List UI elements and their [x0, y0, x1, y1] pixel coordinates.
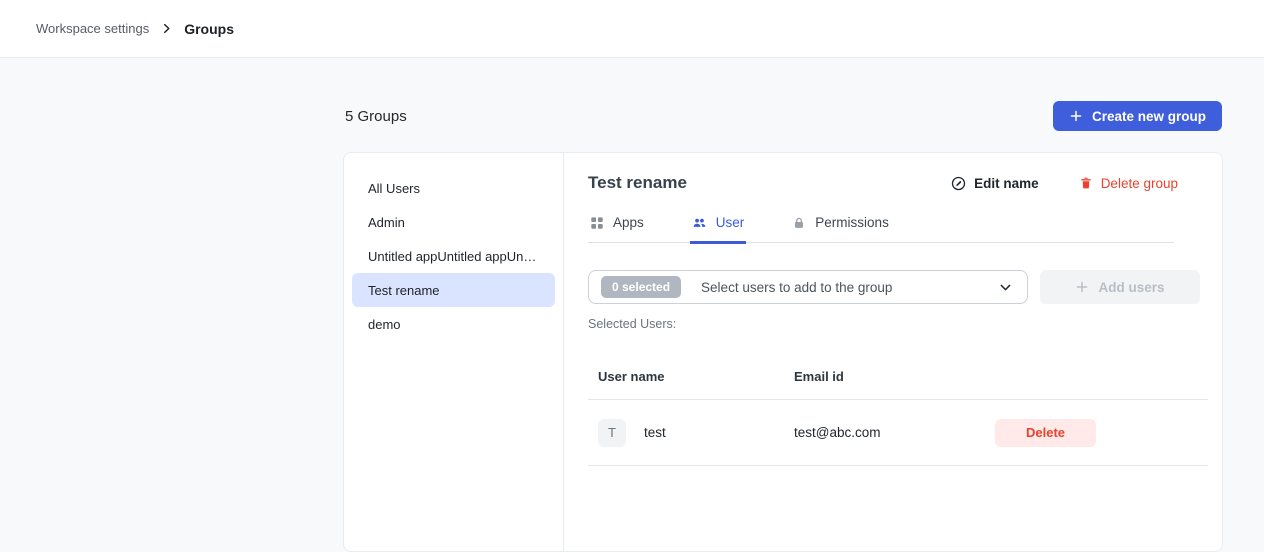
edit-name-label: Edit name	[974, 176, 1039, 191]
top-bar: Workspace settings Groups	[0, 0, 1264, 58]
tab-user[interactable]: User	[690, 211, 747, 244]
group-detail-tabs: Apps User Permissions	[588, 211, 1174, 243]
avatar: T	[598, 419, 626, 447]
groups-card: All Users Admin Untitled appUntitled app…	[343, 152, 1223, 552]
email-value: test@abc.com	[794, 425, 995, 440]
edit-pencil-icon	[951, 176, 966, 191]
chevron-right-icon	[160, 22, 173, 35]
groups-toolbar: 5 Groups Create new group	[345, 100, 1222, 132]
tab-user-label: User	[716, 215, 745, 230]
delete-user-button[interactable]: Delete	[995, 419, 1096, 447]
selected-count-badge: 0 selected	[601, 276, 681, 298]
groups-count: 5 Groups	[345, 108, 407, 125]
table-row: T test test@abc.com Delete	[588, 400, 1208, 466]
group-item-untitled-app[interactable]: Untitled appUntitled appUntitle…	[352, 239, 555, 273]
create-new-group-label: Create new group	[1092, 109, 1206, 124]
group-title: Test rename	[588, 173, 687, 193]
group-item-admin[interactable]: Admin	[352, 205, 555, 239]
group-item-demo[interactable]: demo	[352, 307, 555, 341]
lock-icon	[792, 216, 806, 230]
breadcrumb-parent[interactable]: Workspace settings	[36, 21, 149, 36]
group-item-test-rename[interactable]: Test rename	[352, 273, 555, 307]
chevron-down-icon	[998, 280, 1013, 295]
group-item-all-users[interactable]: All Users	[352, 171, 555, 205]
user-name-value: test	[644, 425, 666, 440]
user-select-dropdown[interactable]: 0 selected Select users to add to the gr…	[588, 270, 1028, 304]
delete-group-label: Delete group	[1101, 176, 1178, 191]
users-icon	[692, 215, 707, 230]
add-users-label: Add users	[1098, 280, 1164, 295]
group-list: All Users Admin Untitled appUntitled app…	[344, 153, 564, 551]
edit-name-button[interactable]: Edit name	[951, 176, 1039, 191]
group-header-actions: Edit name Delete group	[951, 176, 1178, 191]
tab-apps[interactable]: Apps	[588, 211, 646, 244]
tab-apps-label: Apps	[613, 215, 644, 230]
breadcrumb-current: Groups	[184, 21, 234, 37]
users-table: User name Email id T test test@abc.com D…	[588, 369, 1208, 466]
trash-icon	[1079, 176, 1093, 190]
apps-grid-icon	[590, 216, 604, 230]
create-new-group-button[interactable]: Create new group	[1053, 101, 1222, 131]
plus-icon	[1069, 109, 1083, 123]
add-users-row: 0 selected Select users to add to the gr…	[588, 270, 1200, 304]
tab-permissions[interactable]: Permissions	[790, 211, 891, 244]
plus-icon	[1075, 280, 1089, 294]
tab-permissions-label: Permissions	[815, 215, 889, 230]
user-cell: T test	[598, 419, 794, 447]
users-table-header: User name Email id	[588, 369, 1208, 400]
group-detail-panel: Test rename Edit name Delete group	[564, 153, 1223, 551]
column-email-id: Email id	[794, 369, 995, 384]
selected-users-label: Selected Users:	[588, 317, 1208, 331]
group-detail-header: Test rename Edit name Delete group	[588, 173, 1208, 193]
user-select-placeholder: Select users to add to the group	[701, 280, 978, 295]
column-user-name: User name	[598, 369, 794, 384]
delete-group-button[interactable]: Delete group	[1079, 176, 1178, 191]
add-users-button[interactable]: Add users	[1040, 270, 1200, 304]
